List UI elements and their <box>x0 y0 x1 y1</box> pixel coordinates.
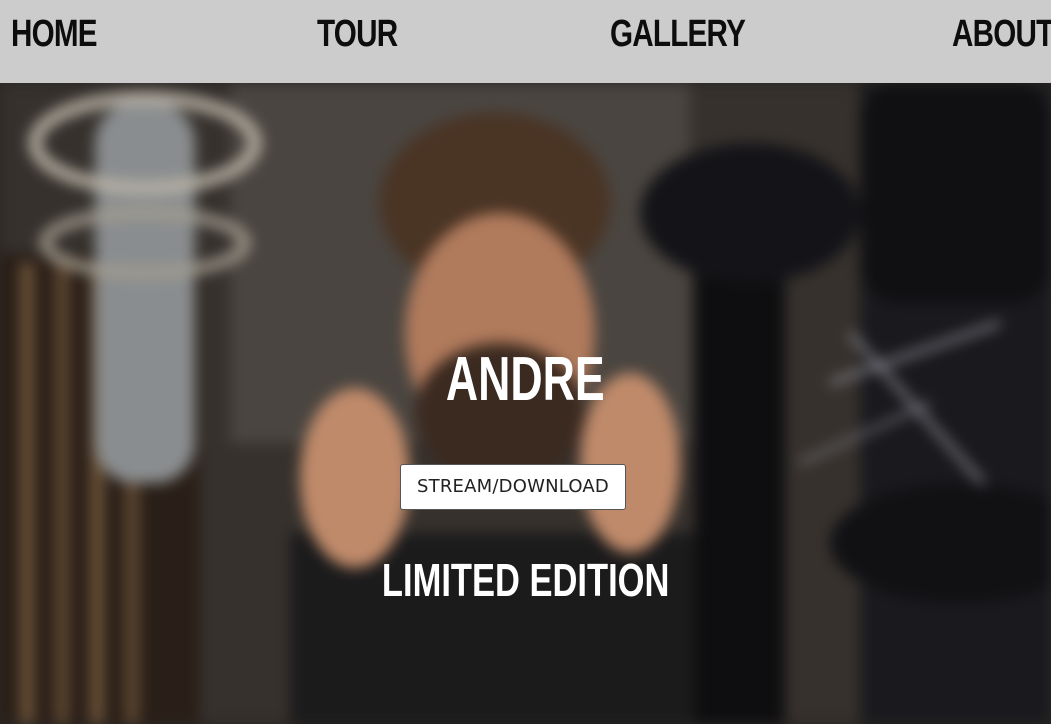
nav-gallery-link[interactable]: GALLERY <box>610 8 746 60</box>
stream-download-button[interactable]: STREAM/DOWNLOAD <box>400 464 626 510</box>
nav-about-link[interactable]: ABOUT <box>952 8 1051 60</box>
top-navigation-bar: HOME TOUR GALLERY ABOUT <box>0 0 1051 83</box>
nav-home-link[interactable]: HOME <box>11 8 98 60</box>
artist-name-heading: ANDRE <box>0 341 1051 419</box>
limited-edition-heading: LIMITED EDITION <box>0 552 1051 608</box>
limited-edition-text: LIMITED EDITION <box>381 554 670 606</box>
artist-name-text: ANDRE <box>446 345 605 414</box>
nav-tour-link[interactable]: TOUR <box>317 8 398 60</box>
hero-section: ANDRE STREAM/DOWNLOAD LIMITED EDITION <box>0 83 1051 724</box>
